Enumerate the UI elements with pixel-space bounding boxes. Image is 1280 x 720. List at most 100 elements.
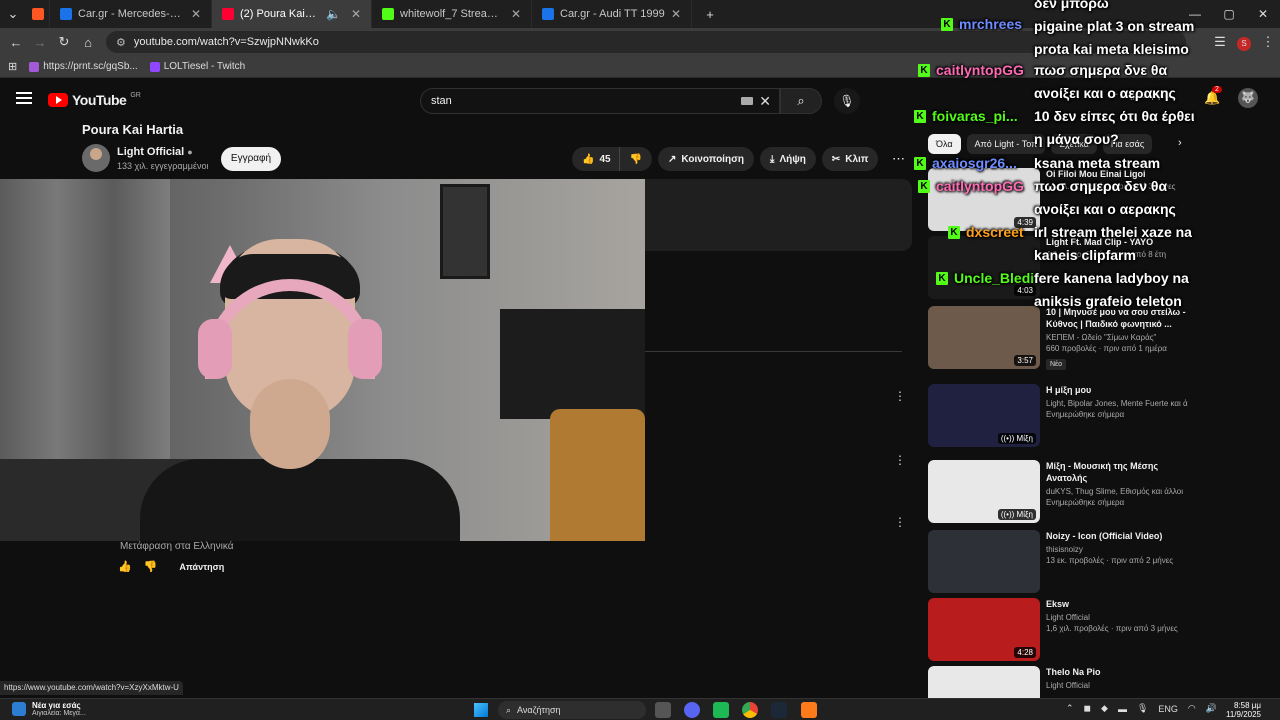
video-title[interactable]: Thelo Na Pio bbox=[1046, 666, 1188, 678]
subscribe-button[interactable]: Εγγραφή bbox=[221, 147, 281, 171]
menu-hamburger-icon[interactable] bbox=[16, 92, 32, 104]
tab-kick-stream[interactable]: whitewolf_7 Stream - Watch Li ✕ bbox=[372, 0, 532, 28]
list-item[interactable]: 4:28 Eksw Light Official 1,6 χιλ. προβολές … bbox=[928, 598, 1193, 662]
video-title[interactable]: Noizy - Icon (Official Video) bbox=[1046, 530, 1188, 542]
more-options-icon[interactable]: ⋮ bbox=[1190, 598, 1193, 611]
video-title[interactable]: Η μίξη μου bbox=[1046, 384, 1188, 396]
video-thumbnail[interactable] bbox=[928, 666, 1040, 698]
thumbs-up-icon[interactable]: 👍 bbox=[118, 560, 132, 573]
list-item[interactable]: Thelo Na Pio Light Official⋮ bbox=[928, 666, 1193, 698]
keyboard-icon[interactable] bbox=[741, 97, 753, 105]
windows-start-icon[interactable] bbox=[474, 703, 488, 717]
like-button[interactable]: 👍 45 bbox=[572, 147, 619, 171]
video-thumbnail[interactable]: ((•)) Μίξη bbox=[928, 460, 1040, 523]
channel-name[interactable]: Light, Bipolar Jones, Mente Fuerte και ά… bbox=[1046, 399, 1188, 408]
clip-button[interactable]: ✂ Κλιπ bbox=[821, 147, 879, 171]
extensions-icon[interactable]: ☰ bbox=[1208, 34, 1232, 50]
tab-youtube[interactable]: (2) Poura Kai Hartia - YouTu 🔈 ✕ bbox=[212, 0, 372, 28]
app-icon[interactable] bbox=[713, 702, 729, 718]
chevron-up-icon[interactable]: ⌃ bbox=[1066, 703, 1074, 714]
comment-menu-icon[interactable]: ⋮ bbox=[894, 389, 906, 403]
close-icon[interactable]: ✕ bbox=[351, 7, 361, 21]
avatar[interactable]: 🐺 bbox=[1238, 88, 1258, 108]
description-box[interactable] bbox=[645, 179, 912, 251]
menu-icon[interactable]: ⋮ bbox=[1256, 34, 1280, 50]
microphone-icon[interactable]: 🎙 bbox=[1137, 703, 1148, 714]
profile-icon[interactable]: S bbox=[1232, 34, 1256, 51]
channel-name[interactable]: Light Official bbox=[1046, 613, 1188, 622]
list-item[interactable]: ((•)) Μίξη Η μίξη μου Light, Bipolar Jones… bbox=[928, 384, 1193, 448]
channel-name[interactable]: ΚΕΠΕΜ - Ωδείο "Σίμων Καράς" bbox=[1046, 333, 1188, 342]
chat-username[interactable]: Kfoivaras_pi... bbox=[914, 108, 1018, 124]
channel-name[interactable]: Light Official bbox=[1046, 681, 1188, 690]
more-options-icon[interactable]: ⋮ bbox=[1190, 168, 1193, 181]
back-icon[interactable]: ← bbox=[4, 35, 28, 50]
video-player[interactable] bbox=[0, 179, 645, 541]
tab-car-mercedes[interactable]: Car.gr - Mercedes-Benz A 180 2 ✕ bbox=[50, 0, 212, 28]
channel-name[interactable]: thisisnoizy bbox=[1046, 545, 1188, 554]
list-item[interactable]: Noizy - Icon (Official Video) thisisnoizy… bbox=[928, 530, 1193, 594]
list-item[interactable]: 3:57 10 | Μηνυσέ μου να σου στείλω - Κύθν… bbox=[928, 306, 1193, 370]
channel-name[interactable]: duKYS, Thug Slime, Εθισμός και άλλοι bbox=[1046, 487, 1188, 496]
home-icon[interactable]: ⌂ bbox=[76, 35, 100, 50]
clear-search-icon[interactable]: ✕ bbox=[759, 93, 771, 110]
clock[interactable]: 8:58 μμ 11/9/2025 bbox=[1226, 701, 1261, 719]
close-icon[interactable]: ✕ bbox=[511, 7, 521, 21]
wifi-icon[interactable]: ◠ bbox=[1188, 703, 1196, 714]
search-input[interactable]: stan ✕ bbox=[420, 88, 780, 114]
tab-0[interactable] bbox=[26, 0, 50, 28]
download-button[interactable]: ⤓ Λήψη bbox=[760, 147, 816, 171]
video-thumbnail[interactable]: ((•)) Μίξη bbox=[928, 384, 1040, 447]
tab-car-audi[interactable]: Car.gr - Audi TT 1999 ✕ bbox=[532, 0, 692, 28]
video-title[interactable]: 10 | Μηνυσέ μου να σου στείλω - Κύθνος |… bbox=[1046, 306, 1188, 330]
video-thumbnail[interactable]: 3:57 bbox=[928, 306, 1040, 369]
video-title[interactable]: Eksw bbox=[1046, 598, 1188, 610]
close-window-icon[interactable]: ✕ bbox=[1246, 0, 1280, 28]
list-item[interactable]: 4:03 Light Ft. Mad Clip - YAYO 4,8 εκ. προ… bbox=[928, 236, 1193, 300]
voice-search-icon[interactable]: 🎙 bbox=[834, 88, 860, 114]
chevron-right-icon[interactable]: › bbox=[1178, 137, 1182, 149]
tray-app-icon[interactable]: ◆ bbox=[1101, 703, 1108, 714]
forward-icon[interactable]: → bbox=[28, 35, 52, 50]
more-actions-icon[interactable]: ⋯ bbox=[892, 151, 905, 167]
dislike-button[interactable]: 👎 bbox=[618, 147, 653, 171]
share-button[interactable]: ↗ Κοινοποίηση bbox=[658, 147, 755, 171]
more-options-icon[interactable]: ⋮ bbox=[1190, 384, 1193, 397]
chat-username[interactable]: Kaxaiosgr26... bbox=[914, 155, 1017, 171]
volume-icon[interactable]: 🔊 bbox=[1206, 703, 1217, 714]
comment-menu-icon[interactable]: ⋮ bbox=[894, 515, 906, 529]
discord-icon[interactable] bbox=[684, 702, 700, 718]
news-widget[interactable]: Νέα για εσάς Αιγιαλεία: Μεγά... bbox=[12, 701, 86, 717]
close-icon[interactable]: ✕ bbox=[671, 7, 681, 21]
new-tab-icon[interactable]: + bbox=[698, 7, 722, 22]
list-item[interactable]: ((•)) Μίξη Μίξη - Μουσική της Μέσης Ανατο… bbox=[928, 460, 1193, 524]
video-thumbnail[interactable]: 4:03 bbox=[928, 236, 1040, 299]
translate-link[interactable]: Μετάφραση στα Ελληνικά bbox=[120, 541, 234, 552]
chrome-icon[interactable] bbox=[742, 702, 758, 718]
reload-icon[interactable]: ↻ bbox=[52, 34, 76, 50]
more-options-icon[interactable]: ⋮ bbox=[1190, 460, 1193, 473]
more-options-icon[interactable]: ⋮ bbox=[1190, 306, 1193, 319]
apps-icon[interactable]: ⊞ bbox=[8, 60, 17, 73]
bookmark-prntsc[interactable]: https://prnt.sc/gqSb... bbox=[29, 61, 138, 72]
youtube-logo[interactable]: YouTube GR bbox=[48, 92, 141, 108]
chat-username[interactable]: K Uncle_Bledi bbox=[936, 270, 1034, 286]
thumbs-down-icon[interactable]: 👎 bbox=[144, 560, 158, 573]
file-explorer-icon[interactable] bbox=[655, 702, 671, 718]
app-icon[interactable] bbox=[801, 702, 817, 718]
reply-button[interactable]: Απάντηση bbox=[179, 562, 224, 572]
comment-menu-icon[interactable]: ⋮ bbox=[894, 453, 906, 467]
language-indicator[interactable]: ENG bbox=[1158, 704, 1178, 714]
channel-avatar[interactable] bbox=[82, 144, 110, 172]
speaker-icon[interactable]: 🔈 bbox=[326, 7, 341, 21]
tab-search-icon[interactable]: ⌄ bbox=[0, 6, 26, 22]
taskbar-search[interactable]: ⌕ Αναζήτηση bbox=[498, 701, 646, 719]
close-icon[interactable]: ✕ bbox=[191, 7, 201, 21]
site-info-icon[interactable]: ⚙ bbox=[116, 36, 126, 49]
notifications-icon[interactable]: 🔔 2 bbox=[1204, 86, 1222, 106]
steam-icon[interactable] bbox=[771, 702, 787, 718]
more-options-icon[interactable]: ⋮ bbox=[1190, 530, 1193, 543]
bookmark-twitch[interactable]: LOLTiesel - Twitch bbox=[149, 61, 245, 72]
chat-username[interactable]: Kdxscreet bbox=[948, 224, 1024, 240]
video-title[interactable]: Μίξη - Μουσική της Μέσης Ανατολής bbox=[1046, 460, 1188, 484]
